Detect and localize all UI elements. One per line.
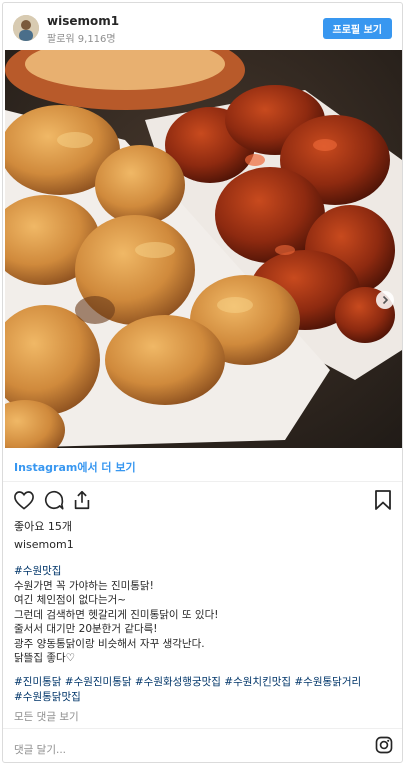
caption-text: #수원맛집 수원가면 꼭 가야하는 진미통닭! 여긴 체인점이 없다는거~ 그런… bbox=[14, 564, 399, 666]
embedded-post-card: wisemom1 팔로워 9,116명 프로필 보기 Instagram에서 더… bbox=[2, 2, 403, 763]
hashtag-line[interactable]: #수원통닭맛집 bbox=[14, 690, 399, 705]
hashtag-list: #진미통닭 #수원진미통닭 #수원화성행궁맛집 #수원치킨맛집 #수원통닭거리 … bbox=[14, 675, 399, 704]
share-icon[interactable] bbox=[71, 489, 93, 515]
like-count[interactable]: 좋아요 15개 bbox=[14, 518, 72, 534]
caption-line: 광주 양동통닭이랑 비슷해서 자꾸 생각난다. bbox=[14, 637, 205, 650]
comment-input[interactable]: 댓글 달기... bbox=[14, 742, 66, 757]
view-more-on-instagram-link[interactable]: Instagram에서 더 보기 bbox=[14, 459, 136, 475]
caption-line: 줄서서 대기만 20분한거 같다륵! bbox=[14, 623, 158, 635]
divider bbox=[3, 481, 402, 482]
post-photo[interactable] bbox=[5, 50, 402, 448]
bookmark-icon[interactable] bbox=[374, 489, 392, 515]
username[interactable]: wisemom1 bbox=[47, 14, 119, 28]
caption-line: 수원가면 꼭 가야하는 진미통닭! bbox=[14, 579, 154, 592]
caption-line: 닭뜰집 좋다♡ bbox=[14, 652, 76, 664]
post-header: wisemom1 팔로워 9,116명 프로필 보기 bbox=[3, 3, 402, 49]
instagram-logo-icon[interactable] bbox=[375, 736, 393, 758]
chicken-photo bbox=[5, 50, 402, 448]
view-all-comments-link[interactable]: 모든 댓글 보기 bbox=[14, 709, 79, 724]
caption-hashtag[interactable]: #수원맛집 bbox=[14, 564, 399, 579]
comment-icon[interactable] bbox=[43, 489, 65, 515]
avatar[interactable] bbox=[13, 15, 39, 41]
caption-line: 그런데 검색하면 헷갈리게 진미통닭이 또 있다! bbox=[14, 608, 219, 621]
carousel-next-icon[interactable] bbox=[376, 291, 394, 309]
follower-count: 팔로워 9,116명 bbox=[47, 34, 116, 45]
caption-username[interactable]: wisemom1 bbox=[14, 538, 74, 551]
divider bbox=[3, 728, 402, 729]
caption-line: 여긴 체인점이 없다는거~ bbox=[14, 594, 127, 606]
view-profile-button[interactable]: 프로필 보기 bbox=[322, 18, 392, 39]
hashtag-line[interactable]: #진미통닭 #수원진미통닭 #수원화성행궁맛집 #수원치킨맛집 #수원통닭거리 bbox=[14, 675, 399, 690]
heart-icon[interactable] bbox=[13, 490, 35, 514]
